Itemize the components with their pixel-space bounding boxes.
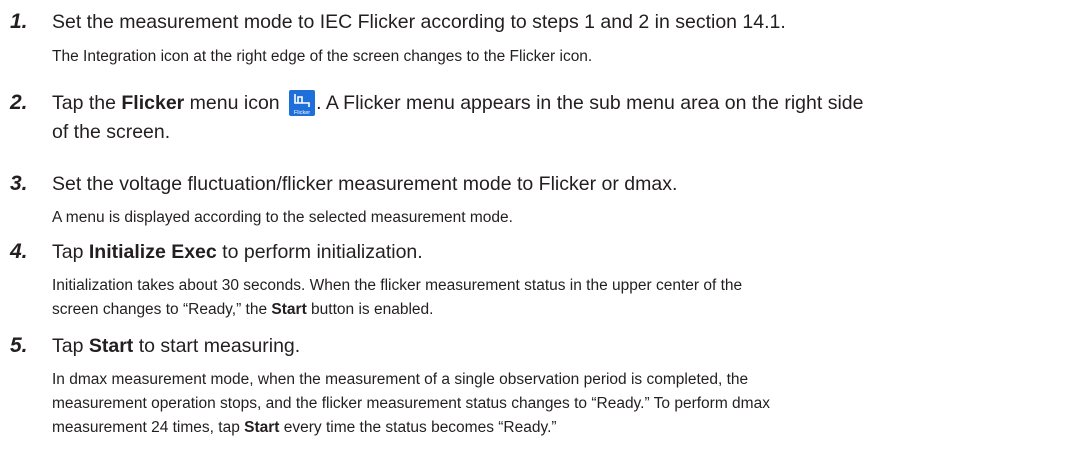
- instruction-text: of the screen.: [52, 121, 171, 143]
- step-instruction: Set the voltage fluctuation/flicker meas…: [52, 173, 678, 195]
- step-description: The Integration icon at the right edge o…: [52, 48, 593, 65]
- description-text: Initialization takes about 30 seconds. W…: [52, 277, 743, 294]
- description-bold: Start: [271, 301, 307, 318]
- instruction-bold: Flicker: [121, 92, 185, 114]
- step-description: In dmax measurement mode, when the measu…: [52, 368, 1012, 440]
- step-number: 2.: [10, 91, 28, 114]
- description-text: every time the status becomes “Ready.”: [279, 419, 557, 436]
- flicker-menu-icon: Flicker: [289, 90, 316, 116]
- instruction-bold: Start: [88, 335, 134, 357]
- instruction-bold: Initialize Exec: [88, 241, 217, 263]
- step-number: 5.: [10, 334, 28, 357]
- description-text: measurement operation stops, and the fli…: [52, 395, 770, 412]
- step-number: 4.: [10, 240, 28, 263]
- step-instruction: Tap the Flicker menu icon Flicker . A Fl…: [52, 89, 1012, 147]
- step-number: 3.: [10, 172, 28, 195]
- description-text: button is enabled.: [306, 301, 434, 318]
- icon-caption: Flicker: [294, 110, 310, 116]
- description-text: In dmax measurement mode, when the measu…: [52, 371, 749, 388]
- instruction-text: to perform initialization.: [216, 241, 423, 263]
- instruction-text: Tap: [52, 335, 89, 357]
- step-description: Initialization takes about 30 seconds. W…: [52, 274, 1012, 322]
- instruction-text: Tap the: [52, 92, 122, 114]
- procedure-steps: 1. Set the measurement mode to IEC Flick…: [0, 0, 1065, 460]
- description-text: measurement 24 times, tap: [52, 419, 245, 436]
- instruction-text: menu icon: [184, 92, 280, 114]
- step-instruction: Tap Start to start measuring.: [52, 332, 1012, 360]
- instruction-text: to start measuring.: [133, 335, 301, 357]
- description-bold: Start: [244, 419, 280, 436]
- instruction-text: Tap: [52, 241, 89, 263]
- instruction-text: . A Flicker menu appears in the sub menu…: [316, 92, 864, 114]
- step-description: A menu is displayed according to the sel…: [52, 209, 513, 226]
- step-number: 1.: [10, 10, 28, 33]
- step-instruction: Tap Initialize Exec to perform initializ…: [52, 238, 1012, 266]
- description-text: screen changes to “Ready,” the: [52, 301, 272, 318]
- step-instruction: Set the measurement mode to IEC Flicker …: [52, 11, 786, 33]
